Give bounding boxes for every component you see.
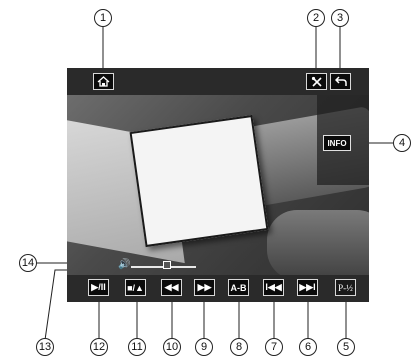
previous-button[interactable]: I◀◀ [263,279,284,296]
callout-5: 5 [337,338,355,356]
ab-repeat-button[interactable]: A-B [228,279,249,296]
volume-icon: 🔊 [118,259,131,270]
photo-hand-lower [267,210,369,275]
callout-13: 13 [36,338,54,356]
callout-3: 3 [331,9,349,27]
fast-forward-button[interactable]: ▶▶ [194,279,215,296]
home-icon [97,76,110,87]
info-button[interactable]: INFO [323,135,351,151]
callout-14: 14 [19,254,37,272]
play-pause-button[interactable]: ▶/II [88,279,109,296]
callout-11: 11 [128,338,146,356]
photo-book-page [129,114,269,248]
aspect-button[interactable]: ■/▲ [125,279,146,296]
callout-4: 4 [393,134,411,152]
callout-12: 12 [90,338,108,356]
bottom-toolbar [67,275,369,302]
back-arrow-icon [334,76,347,86]
callout-6: 6 [299,338,317,356]
rewind-button[interactable]: ◀◀ [161,279,182,296]
callout-8: 8 [230,338,248,356]
settings-button[interactable] [306,73,327,90]
video-viewport[interactable] [67,95,369,275]
callout-10: 10 [163,338,181,356]
home-button[interactable] [93,73,114,90]
callout-9: 9 [195,338,213,356]
callout-7: 7 [265,338,283,356]
page-button[interactable]: P-½ [335,279,356,296]
back-button[interactable] [330,73,351,90]
volume-slider-handle[interactable] [162,261,171,269]
settings-icon [311,76,322,87]
callout-1: 1 [94,9,112,27]
next-button[interactable]: ▶▶I [297,279,318,296]
callout-2: 2 [307,9,325,27]
